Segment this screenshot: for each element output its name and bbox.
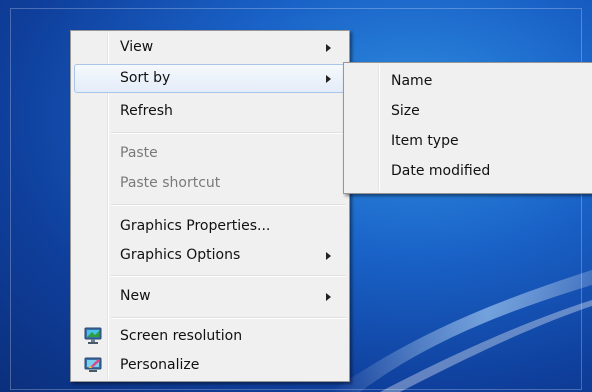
monitor-icon bbox=[84, 327, 102, 344]
menu-item-new[interactable]: New bbox=[74, 282, 346, 311]
menu-separator bbox=[111, 317, 346, 319]
menu-item-screen-resolution[interactable]: Screen resolution bbox=[74, 322, 346, 351]
menu-item-label: Personalize bbox=[120, 357, 200, 373]
menu-item-sort-by[interactable]: Sort by bbox=[74, 64, 346, 93]
menu-item-paste[interactable]: Paste bbox=[74, 139, 346, 168]
menu-item-label: Date modified bbox=[391, 163, 491, 179]
menu-item-label: Refresh bbox=[120, 103, 173, 119]
submenu-arrow-icon bbox=[326, 252, 331, 260]
submenu-arrow-icon bbox=[326, 293, 331, 301]
menu-item-view[interactable]: View bbox=[74, 33, 346, 62]
menu-item-label: Item type bbox=[391, 133, 459, 149]
menu-item-graphics-options[interactable]: Graphics Options bbox=[74, 241, 346, 270]
menu-separator bbox=[111, 275, 346, 277]
menu-item-label: Size bbox=[391, 103, 420, 119]
menu-item-label: Name bbox=[391, 73, 433, 89]
desktop-context-menu: View Sort by Refresh Paste Paste shortcu… bbox=[70, 30, 350, 382]
menu-item-label: Graphics Options bbox=[120, 247, 241, 263]
sort-item-date-modified[interactable]: Date modified bbox=[347, 157, 592, 186]
menu-item-label: Sort by bbox=[120, 70, 171, 86]
menu-separator bbox=[111, 132, 346, 134]
menu-item-personalize[interactable]: Personalize bbox=[74, 351, 346, 380]
menu-item-label: Paste shortcut bbox=[120, 175, 221, 191]
submenu-arrow-icon bbox=[326, 44, 331, 52]
menu-item-label: Paste bbox=[120, 145, 158, 161]
sort-item-size[interactable]: Size bbox=[347, 97, 592, 126]
sort-by-submenu: Name Size Item type Date modified bbox=[343, 62, 592, 194]
menu-separator bbox=[111, 204, 346, 206]
menu-item-graphics-properties[interactable]: Graphics Properties... bbox=[74, 212, 346, 241]
menu-item-refresh[interactable]: Refresh bbox=[74, 97, 346, 126]
sort-item-item-type[interactable]: Item type bbox=[347, 127, 592, 156]
personalize-icon bbox=[84, 357, 102, 372]
submenu-arrow-icon bbox=[326, 75, 331, 83]
menu-item-label: Screen resolution bbox=[120, 328, 243, 344]
menu-item-paste-shortcut[interactable]: Paste shortcut bbox=[74, 169, 346, 198]
menu-item-label: New bbox=[120, 288, 151, 304]
sort-item-name[interactable]: Name bbox=[347, 67, 592, 96]
menu-item-label: View bbox=[120, 39, 154, 55]
menu-item-label: Graphics Properties... bbox=[120, 218, 271, 234]
